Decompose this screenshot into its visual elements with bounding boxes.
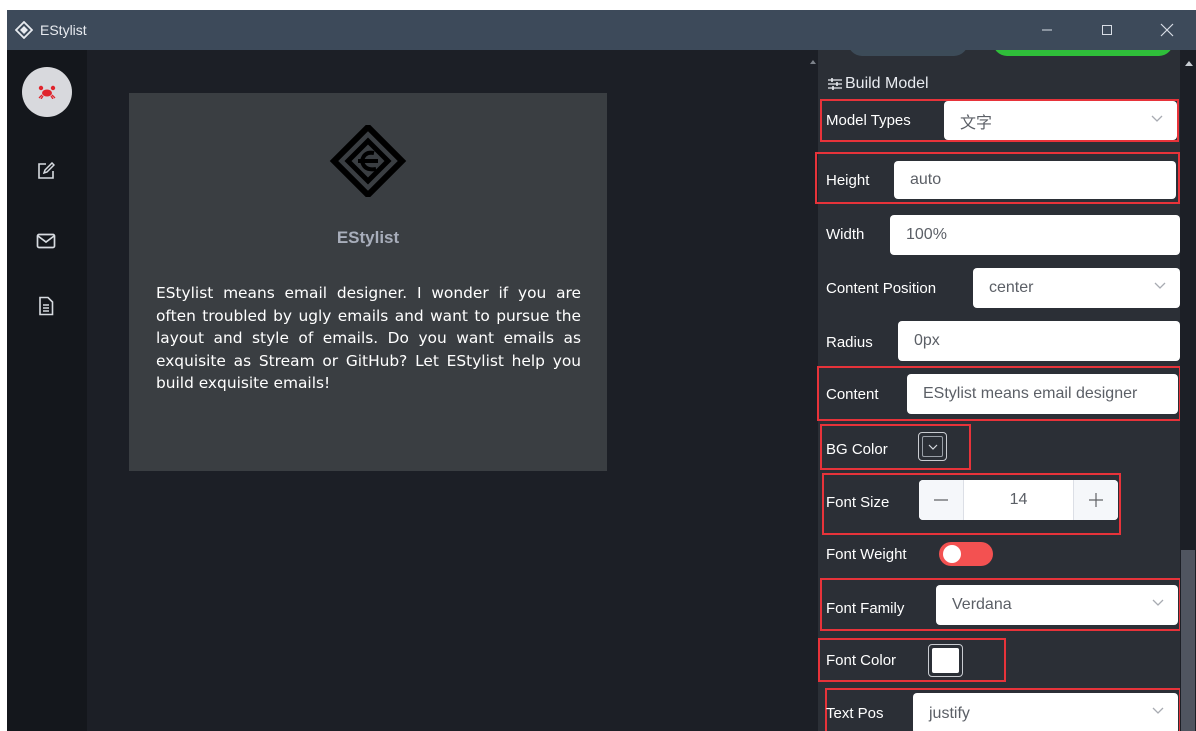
properties-form: Build Model Model Types 文字 Height auto W… [815,50,1181,731]
plus-icon [1089,493,1103,507]
text-pos-label: Text Pos [826,705,884,722]
top-secondary-button[interactable] [848,50,968,56]
font-color-swatch [932,648,959,673]
content-position-value: center [989,279,1034,296]
sliders-icon [828,78,842,90]
model-types-value: 文字 [960,112,993,132]
section-title: Build Model [845,75,929,92]
title-bar: EStylist [7,10,1196,50]
chevron-down-icon [1152,707,1164,714]
chevron-down-icon [1154,282,1166,289]
text-pos-value: justify [929,704,970,722]
width-value: 100% [906,226,947,243]
font-size-value[interactable]: 14 [963,480,1074,520]
toggle-knob [943,545,961,563]
app-window: EStylist EStylist EStylist means email d… [7,10,1196,731]
top-primary-button[interactable] [993,50,1173,56]
panel-scrollbar[interactable] [1180,50,1196,731]
scroll-up-arrow-icon[interactable] [1185,61,1193,66]
mail-icon [36,233,56,249]
scroll-up-arrow-icon[interactable] [810,60,816,64]
document-icon [39,296,54,316]
model-types-select[interactable]: 文字 [944,101,1177,140]
font-family-select[interactable]: Verdana [936,585,1178,625]
edit-icon [38,162,55,179]
preview-text: EStylist means email designer. I wonder … [156,284,581,392]
radius-label: Radius [826,334,873,351]
preview-title: EStylist [336,228,400,247]
window-title: EStylist [40,22,87,38]
minus-icon [934,499,948,501]
sidebar [7,50,87,731]
minimize-icon [1042,29,1052,31]
radius-value: 0px [914,332,940,349]
height-value: auto [910,171,942,188]
avatar[interactable] [22,67,72,117]
chevron-down-icon [928,444,937,450]
properties-panel: Build Model Model Types 文字 Height auto W… [809,50,1196,731]
close-button[interactable] [1137,10,1196,50]
decrease-button[interactable] [919,480,963,520]
font-size-stepper[interactable]: 14 [919,480,1118,520]
bg-color-picker[interactable] [918,432,947,461]
font-color-picker[interactable] [928,644,963,677]
sidebar-item-edit[interactable] [35,160,57,182]
close-icon [1160,23,1174,37]
maximize-icon [1102,25,1112,35]
sidebar-item-document[interactable] [35,295,57,317]
font-weight-toggle[interactable] [939,542,993,566]
increase-button[interactable] [1074,480,1118,520]
app-logo-icon [15,21,33,39]
section-header: Build Model [827,75,929,93]
scrollbar-thumb[interactable] [1181,550,1195,731]
font-size-label: Font Size [826,494,890,511]
content-position-select[interactable]: center [973,268,1180,308]
width-label: Width [826,226,865,243]
font-family-label: Font Family [826,600,905,617]
content-position-label: Content Position [826,280,937,297]
model-types-label: Model Types [826,112,911,129]
height-label: Height [826,172,870,189]
maximize-button[interactable] [1077,10,1137,50]
radius-input[interactable]: 0px [898,321,1180,361]
preview-canvas: EStylist EStylist means email designer. … [87,50,809,731]
font-family-value: Verdana [952,596,1012,613]
text-pos-select[interactable]: justify [913,693,1178,731]
estylist-logo-icon [329,125,407,197]
content-input[interactable]: EStylist means email designer [907,374,1178,414]
minimize-button[interactable] [1017,10,1077,50]
sidebar-item-mail[interactable] [35,230,57,252]
height-input[interactable]: auto [894,161,1176,199]
content-label: Content [826,386,879,403]
width-input[interactable]: 100% [890,215,1180,255]
content-value: EStylist means email designer [923,385,1138,402]
crab-avatar-icon [38,85,56,99]
font-weight-label: Font Weight [826,546,907,563]
chevron-down-icon [1151,115,1163,122]
bg-color-label: BG Color [826,441,888,458]
font-color-label: Font Color [826,652,897,669]
email-preview-card[interactable]: EStylist EStylist means email designer. … [129,93,607,471]
chevron-down-icon [1152,599,1164,606]
bg-color-swatch [922,436,943,457]
